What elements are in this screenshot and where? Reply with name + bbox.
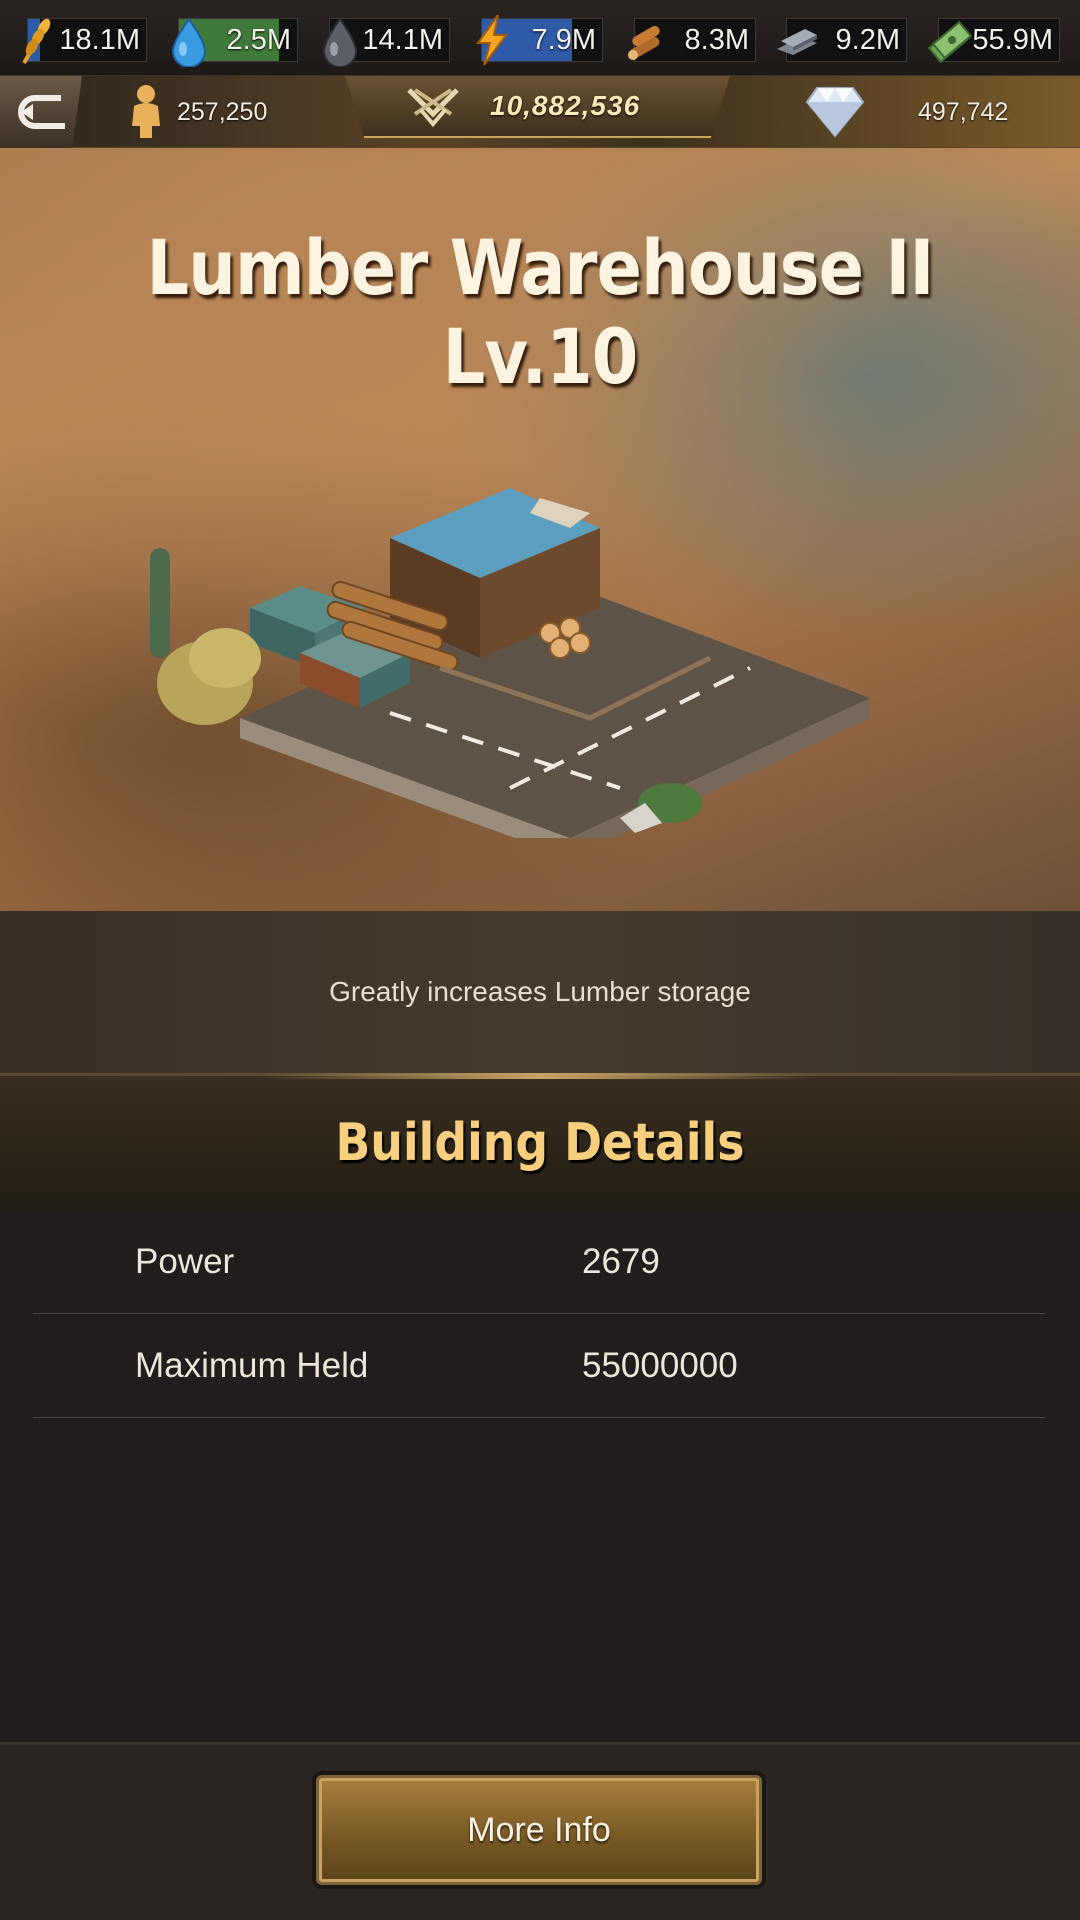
wheat-icon [22, 18, 51, 64]
resource-food-value: 18.1M [59, 23, 140, 56]
stats-bar: 257,250 10,882,536 497,742 [0, 76, 1080, 148]
building-illustration [150, 488, 870, 838]
row-value: 2679 [582, 1241, 660, 1281]
population-icon [132, 85, 160, 138]
resource-water[interactable]: 2.5M [171, 17, 298, 67]
logs-icon [628, 26, 660, 60]
resource-lumber[interactable]: 8.3M [628, 18, 756, 62]
resource-cash-value: 55.9M [972, 23, 1053, 56]
power-value: 10,882,536 [490, 90, 641, 121]
resource-water-value: 2.5M [226, 23, 291, 56]
oil-drop-icon [322, 17, 358, 67]
resource-lumber-value: 8.3M [684, 23, 749, 56]
resource-energy-value: 7.9M [531, 23, 596, 56]
resource-oil-value: 14.1M [362, 23, 443, 56]
resource-steel-value: 9.2M [835, 23, 900, 56]
cash-stack-icon [927, 20, 973, 64]
row-label: Power [135, 1241, 235, 1281]
back-arrow-icon [18, 95, 65, 129]
steel-bars-icon [777, 29, 817, 55]
population-value: 257,250 [177, 97, 268, 126]
resource-steel[interactable]: 9.2M [777, 18, 907, 62]
diamond-value: 497,742 [918, 97, 1009, 126]
more-info-button[interactable]: More Info [316, 1775, 762, 1885]
details-header: Building Details [0, 1073, 1080, 1210]
row-value: 55000000 [582, 1345, 738, 1385]
table-row: Power 2679 [33, 1210, 1045, 1314]
details-table: Power 2679 Maximum Held 55000000 [0, 1210, 1080, 1742]
water-drop-icon [171, 17, 207, 67]
building-description: Greatly increases Lumber storage [329, 976, 751, 1007]
diamond-icon [805, 87, 865, 138]
details-title: Building Details [335, 1113, 745, 1173]
back-button[interactable] [0, 76, 82, 148]
row-label: Maximum Held [135, 1345, 369, 1385]
table-row: Maximum Held 55000000 [33, 1314, 1045, 1418]
description-band: Greatly increases Lumber storage [0, 911, 1080, 1073]
resource-cash[interactable]: 55.9M [927, 18, 1060, 64]
building-scene: Lumber Warehouse II Lv.10 [0, 148, 1080, 911]
power-emblem-icon [407, 88, 459, 128]
footer-bar: More Info [0, 1742, 1080, 1920]
resource-oil[interactable]: 14.1M [322, 17, 450, 67]
lightning-icon [476, 14, 508, 66]
resource-food[interactable]: 18.1M [22, 18, 147, 64]
building-title: Lumber Warehouse II Lv.10 [146, 223, 935, 401]
resource-bar: 18.1M 2.5M 14.1M 7.9M 8.3M 9.2M 55.9M [0, 0, 1080, 76]
resource-energy[interactable]: 7.9M [476, 14, 603, 66]
